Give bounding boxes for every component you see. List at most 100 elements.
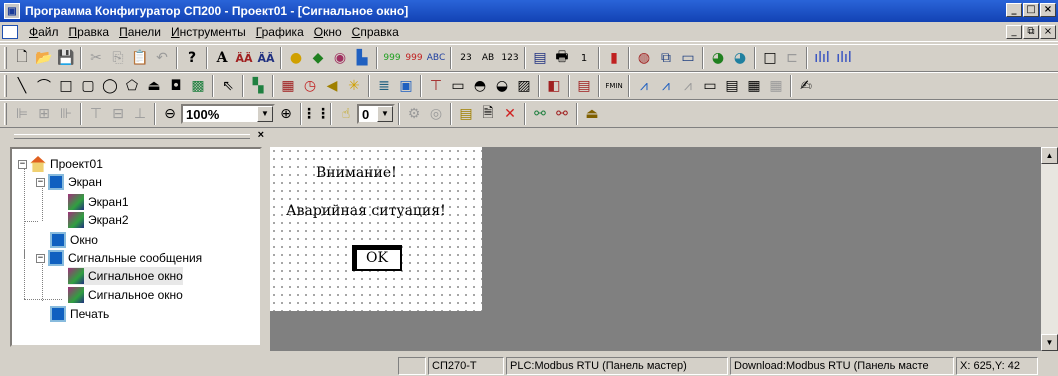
paste-icon[interactable]: 📋 [129,47,151,69]
tree-item-screens[interactable]: − Экран [36,173,102,191]
ellipse-icon[interactable]: ◯ [99,75,121,97]
data-block-icon[interactable]: ▭ [699,75,721,97]
picture-icon[interactable]: ▣ [395,75,417,97]
link-icon[interactable]: ⊏ [781,47,803,69]
slider-icon[interactable]: ▭ [447,75,469,97]
collapse-icon[interactable]: − [36,253,45,263]
menu-window[interactable]: Окно [309,25,347,39]
counter-icon[interactable]: 123 [499,47,521,69]
function-key-icon[interactable]: ▙ [351,47,373,69]
tree-item-window[interactable]: Окно [50,231,98,249]
macro-icon[interactable]: ✍ [795,75,817,97]
grid-icon[interactable]: ⋮⋮ [302,103,330,125]
image-list-icon[interactable]: ▦ [277,75,299,97]
collapse-icon[interactable]: − [36,177,45,187]
grid-table-icon[interactable]: ▦ [765,75,787,97]
xy-graph-icon[interactable]: ⩘ [655,75,677,97]
simulate-icon[interactable]: ⚙ [403,103,425,125]
cut-icon[interactable]: ✂ [85,47,107,69]
close-icon[interactable]: × [258,129,264,141]
history-graph-icon[interactable]: ⩘ [677,75,699,97]
connect-icon[interactable]: ⚯ [529,103,551,125]
arc-icon[interactable]: ⌒ [33,75,55,97]
window-frame-icon[interactable]: ⧉ [655,47,677,69]
disk-icon[interactable]: ▨ [513,75,535,97]
meter-icon[interactable]: ◒ [491,75,513,97]
filled-rectangle-icon[interactable]: ◘ [165,75,187,97]
tree-item-project[interactable]: − Проект01 [18,155,103,173]
menu-graphics[interactable]: Графика [251,25,309,39]
tree-item-screen2[interactable]: Экран2 [68,211,129,229]
copy-icon[interactable]: ⎘ [107,47,129,69]
page-number-icon[interactable]: 1 [573,47,595,69]
help-icon[interactable]: ? [181,47,203,69]
attention-text[interactable]: Внимание! [316,165,397,181]
mdi-restore-button[interactable]: ⧉ [1023,25,1039,39]
zoom-select[interactable]: 100% ▼ [181,104,275,124]
menu-help[interactable]: Справка [347,25,404,39]
pointer-select[interactable]: 0 ▼ [357,104,395,124]
table-icon[interactable]: ▦ [743,75,765,97]
zoom-out-icon[interactable]: ⊖ [159,103,181,125]
sector-icon[interactable]: ⏏ [143,75,165,97]
align-top-icon[interactable]: ⊤ [85,103,107,125]
trend-icon[interactable]: ⊤ [425,75,447,97]
mdi-close-button[interactable]: × [1040,25,1056,39]
tree-item-screen1[interactable]: Экран1 [68,193,129,211]
close-button[interactable]: × [1040,3,1056,17]
chevron-down-icon[interactable]: ▼ [257,106,273,122]
bar-chart-icon[interactable]: ılıl [811,47,833,69]
scale-icon[interactable]: ≣ [373,75,395,97]
collapse-icon[interactable]: − [18,159,27,169]
gauge-icon[interactable]: ◓ [469,75,491,97]
mdi-minimize-button[interactable]: _ [1006,25,1022,39]
ok-button[interactable]: OK [352,245,402,271]
undo-icon[interactable]: ↶ [151,47,173,69]
alarm-window-canvas[interactable]: Внимание! Аварийная ситуация! OK [270,147,482,311]
align-middle-icon[interactable]: ⊟ [107,103,129,125]
numeric-display-icon[interactable]: 999 [381,47,403,69]
thermometer-icon[interactable]: ▮ [603,47,625,69]
menu-tools[interactable]: Инструменты [166,25,251,39]
tree-item-print[interactable]: Печать [50,305,109,323]
numeric-input-icon[interactable]: 999 [403,47,425,69]
tree-item-alarm-window-selected[interactable]: Сигнальное окно [68,267,183,285]
message-list-icon[interactable]: ▤ [721,75,743,97]
save-icon[interactable]: 💾 [55,47,77,69]
tree-item-alarm-messages[interactable]: − Сигнальные сообщения [36,249,202,267]
movie-icon[interactable]: ▚ [247,75,269,97]
alarm-list-icon[interactable]: ▤ [573,75,595,97]
event-icon[interactable]: FMIN [603,75,625,97]
align-center-icon[interactable]: ⊞ [33,103,55,125]
vertical-scrollbar[interactable]: ▲ ▼ [1041,147,1058,351]
scroll-down-icon[interactable]: ▼ [1041,334,1058,351]
minimize-button[interactable]: _ [1006,3,1022,17]
disconnect-icon[interactable]: ⚯ [551,103,573,125]
open-folder-icon[interactable]: 📂 [33,47,55,69]
network-icon[interactable]: ◕ [707,47,729,69]
network-config-icon[interactable]: ◕ [729,47,751,69]
align-left-icon[interactable]: ⊫ [11,103,33,125]
emergency-text[interactable]: Аварийная ситуация! [286,203,446,219]
toolbar-grip[interactable] [4,103,7,125]
text-tool-icon[interactable]: A [211,47,233,69]
toolbar-grip[interactable] [4,75,7,97]
bitmap-icon[interactable]: ▩ [187,75,209,97]
keyboard-icon[interactable]: ▤ [529,47,551,69]
align-right-icon[interactable]: ⊪ [55,103,77,125]
menu-file[interactable]: Файл [24,25,64,39]
panel-icon[interactable]: ▭ [677,47,699,69]
trend-graph-icon[interactable]: ⩘ [633,75,655,97]
ascii-display-icon[interactable]: ABC [425,47,447,69]
ascii-field-icon[interactable]: AB [477,47,499,69]
recipe-icon[interactable]: ◍ [633,47,655,69]
tag-icon[interactable]: ◧ [543,75,565,97]
download-icon[interactable]: ⏏ [581,103,603,125]
scroll-up-icon[interactable]: ▲ [1041,147,1058,164]
printer-icon[interactable]: 🖶 [551,47,573,69]
align-bottom-icon[interactable]: ⊥ [129,103,151,125]
hand-pointer-icon[interactable]: ☝ [335,103,357,125]
text-variable-icon[interactable]: ÄÄ [255,47,277,69]
animation-icon[interactable]: ✳ [343,75,365,97]
clock-icon[interactable]: ◷ [299,75,321,97]
